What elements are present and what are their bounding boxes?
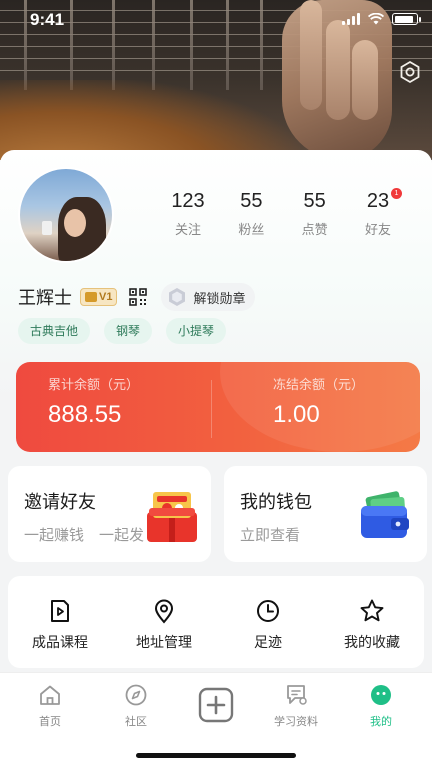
- tab-community[interactable]: 社区: [101, 683, 171, 729]
- tab-learning-materials[interactable]: 学习资料: [261, 683, 331, 729]
- add-icon: [198, 687, 234, 723]
- menu-label: 我的收藏: [344, 635, 400, 651]
- home-icon: [40, 685, 60, 705]
- my-wallet-card[interactable]: 我的钱包 立即查看: [224, 466, 427, 562]
- balance-card[interactable]: 累计余额（元） 888.55 冻结余额（元） 1.00: [16, 362, 420, 452]
- stat-following[interactable]: 123 关注: [158, 190, 218, 238]
- status-bar: 9:41: [0, 0, 432, 44]
- invite-subtitle: 一起赚钱 一起发: [24, 526, 145, 544]
- clock-icon: [257, 600, 279, 622]
- vip-badge[interactable]: V1: [80, 288, 118, 306]
- stat-followers[interactable]: 55 粉丝: [221, 190, 281, 238]
- signal-icon: [342, 13, 360, 25]
- total-balance-value: 888.55: [48, 401, 122, 428]
- tab-add[interactable]: [181, 687, 251, 727]
- unlock-medal-label: 解锁勋章: [193, 291, 246, 307]
- compass-icon: [125, 684, 147, 706]
- battery-icon: [392, 13, 421, 25]
- tab-home[interactable]: 首页: [15, 683, 85, 729]
- qr-code-icon[interactable]: [129, 288, 148, 306]
- location-pin-icon: [154, 599, 174, 624]
- tag-item[interactable]: 古典吉他: [18, 318, 91, 344]
- quick-menu: 成品课程 地址管理 足迹 我的收藏: [8, 576, 424, 668]
- invite-title: 邀请好友: [24, 492, 96, 513]
- avatar[interactable]: [18, 167, 114, 263]
- invite-friends-card[interactable]: 邀请好友 一起赚钱 一起发: [8, 466, 211, 562]
- user-name: 王辉士: [18, 288, 72, 309]
- stat-likes[interactable]: 55 点赞: [285, 190, 345, 238]
- wallet-title: 我的钱包: [240, 492, 312, 513]
- tag-item[interactable]: 钢琴: [104, 318, 153, 344]
- status-time: 9:41: [30, 10, 65, 29]
- menu-footprints[interactable]: 足迹: [216, 576, 320, 668]
- tab-my-profile[interactable]: 我的: [346, 683, 416, 729]
- gift-box-icon: [147, 492, 197, 542]
- star-icon: [360, 599, 384, 622]
- wallet-subtitle: 立即查看: [240, 526, 301, 544]
- menu-label: 足迹: [254, 635, 282, 651]
- frozen-balance-value: 1.00: [273, 401, 320, 428]
- tag-item[interactable]: 小提琴: [166, 318, 227, 344]
- unlock-medal-button[interactable]: 解锁勋章: [161, 283, 256, 311]
- menu-my-favorites[interactable]: 我的收藏: [320, 576, 424, 668]
- menu-finished-courses[interactable]: 成品课程: [8, 576, 112, 668]
- stats-row: 123 关注 55 粉丝 55 点赞 23 好友 1: [158, 188, 408, 238]
- medal-icon: [169, 288, 186, 306]
- frozen-balance: 冻结余额（元） 1.00: [273, 378, 365, 428]
- learning-materials-icon: [287, 685, 307, 705]
- vip-level: V1: [99, 291, 113, 303]
- profile-icon: [371, 685, 391, 705]
- total-balance: 累计余额（元） 888.55: [48, 378, 140, 428]
- menu-label: 成品课程: [32, 635, 88, 651]
- menu-label: 地址管理: [136, 635, 192, 651]
- notification-badge: 1: [390, 188, 402, 199]
- wifi-icon: [368, 13, 384, 25]
- home-indicator[interactable]: [136, 753, 296, 758]
- interest-tags: 古典吉他 钢琴 小提琴: [18, 318, 227, 344]
- crown-icon: [85, 292, 97, 302]
- settings-icon[interactable]: [398, 60, 422, 84]
- stat-friends[interactable]: 23 好友 1: [348, 188, 408, 238]
- menu-address-management[interactable]: 地址管理: [112, 576, 216, 668]
- video-file-icon: [51, 600, 69, 622]
- wallet-icon: [361, 491, 409, 538]
